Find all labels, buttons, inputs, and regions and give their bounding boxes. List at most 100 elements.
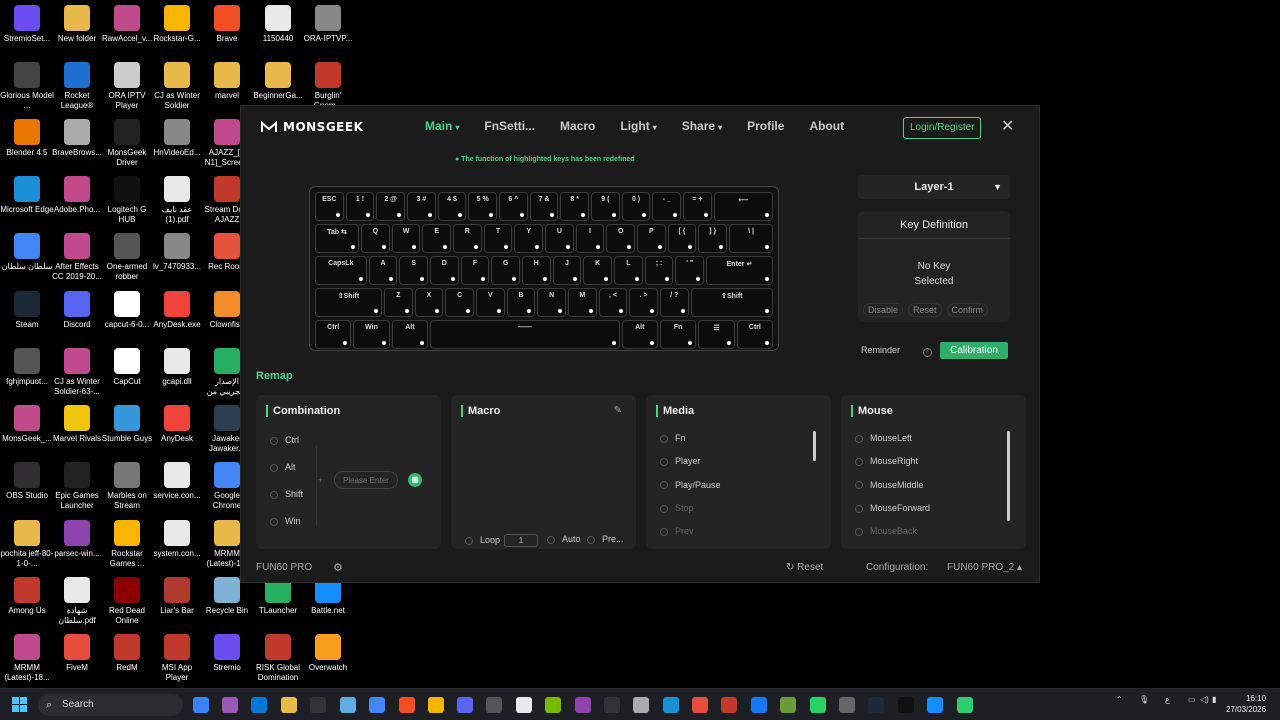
key[interactable]: R bbox=[453, 224, 482, 253]
nav-main[interactable]: Main ▾ bbox=[425, 119, 459, 133]
rockstar-icon[interactable] bbox=[428, 697, 444, 713]
desktop-icon[interactable]: RedM bbox=[100, 634, 154, 673]
configuration-select[interactable]: FUN60 PRO_2 ▴ bbox=[947, 562, 1022, 573]
desktop-icon[interactable]: Rocket League® bbox=[50, 62, 104, 111]
nav-share[interactable]: Share ▾ bbox=[682, 119, 722, 133]
key[interactable]: I bbox=[575, 224, 605, 253]
desktop-icon[interactable]: Burglin' Gnom... bbox=[301, 62, 355, 111]
key[interactable]: J bbox=[552, 256, 582, 285]
key[interactable]: K bbox=[583, 256, 613, 285]
key[interactable]: 7 & bbox=[529, 192, 559, 221]
desktop-icon[interactable]: Brave bbox=[200, 5, 254, 44]
key[interactable]: H bbox=[522, 256, 551, 285]
key[interactable]: 5 % bbox=[468, 192, 498, 221]
desktop-icon[interactable]: Marbles on Stream bbox=[100, 462, 154, 511]
key[interactable]: Z bbox=[383, 288, 413, 317]
media-scrollbar[interactable] bbox=[813, 431, 816, 461]
desktop-icon[interactable]: Blender 4.5 bbox=[0, 119, 54, 158]
radio-button[interactable] bbox=[660, 457, 668, 466]
radio-button[interactable] bbox=[660, 434, 668, 443]
auto-radio[interactable] bbox=[547, 535, 555, 544]
key[interactable]: X bbox=[414, 288, 444, 317]
system-clock[interactable]: 16:10 27/03/2026 bbox=[1226, 693, 1266, 715]
key[interactable]: ] } bbox=[698, 224, 728, 253]
macro-pre-option[interactable]: Pre... bbox=[587, 534, 624, 544]
nvidia-icon[interactable] bbox=[545, 697, 561, 713]
key[interactable]: ⇧Shift bbox=[315, 288, 382, 317]
desktop-icon[interactable]: MRMM (Latest)-18... bbox=[0, 634, 54, 683]
loop-radio[interactable] bbox=[465, 536, 473, 545]
key[interactable]: E bbox=[422, 224, 451, 253]
desktop-icon[interactable]: system.con... bbox=[150, 520, 204, 559]
key[interactable]: Enter ↵ bbox=[706, 256, 773, 285]
desktop-icon[interactable]: Glorious Model ... bbox=[0, 62, 54, 111]
desktop-icon[interactable]: capcut-6-0... bbox=[100, 291, 154, 330]
desktop-icon[interactable]: service.con... bbox=[150, 462, 204, 501]
key[interactable]: —— bbox=[430, 320, 620, 349]
radio-button[interactable] bbox=[855, 457, 863, 466]
gallery-icon[interactable] bbox=[222, 697, 238, 713]
key[interactable]: 4 $ bbox=[437, 192, 467, 221]
option-mouseback[interactable]: MouseBack bbox=[855, 526, 917, 536]
desktop-icon[interactable]: ORA IPTV Player bbox=[100, 62, 154, 111]
desktop-icon[interactable]: New folder bbox=[50, 5, 104, 44]
reset-key-button[interactable]: Reset bbox=[908, 303, 942, 317]
desktop-icon[interactable]: BeginnerGa... bbox=[251, 62, 305, 101]
nav-about[interactable]: About bbox=[809, 119, 844, 133]
desktop-icon[interactable]: gcapi.dll bbox=[150, 348, 204, 387]
desktop-icon[interactable]: AnyDesk.exe bbox=[150, 291, 204, 330]
microsoft-store-icon[interactable] bbox=[251, 697, 267, 713]
desktop-icon[interactable]: Stremio bbox=[200, 634, 254, 673]
option-stop[interactable]: Stop bbox=[660, 503, 694, 513]
nav-macro[interactable]: Macro bbox=[560, 119, 595, 133]
close-icon[interactable]: ✕ bbox=[1001, 118, 1014, 136]
show-hidden-icons[interactable]: ⌃ bbox=[1116, 695, 1123, 704]
pre-radio[interactable] bbox=[587, 535, 595, 544]
desktop-icon[interactable]: marvel bbox=[200, 62, 254, 101]
desktop-icon[interactable]: ORA-IPTVP... bbox=[301, 5, 355, 44]
parsec-icon[interactable] bbox=[575, 697, 591, 713]
edge-icon[interactable] bbox=[663, 697, 679, 713]
desktop-icon[interactable]: MonsGeek_... bbox=[0, 405, 54, 444]
option-fn[interactable]: Fn bbox=[660, 433, 686, 443]
key[interactable]: 0 ) bbox=[621, 192, 651, 221]
desktop-icon[interactable]: Microsoft Edge bbox=[0, 176, 54, 215]
help-icon[interactable]: ? bbox=[922, 348, 932, 357]
desktop-icon[interactable]: Rockstar Games ... bbox=[100, 520, 154, 569]
option-prev[interactable]: Prev bbox=[660, 526, 694, 536]
key[interactable]: Win bbox=[353, 320, 390, 349]
key[interactable]: Q bbox=[360, 224, 390, 253]
device-settings-icon[interactable]: ⚙ bbox=[333, 561, 343, 574]
desktop-icon[interactable]: Overwatch bbox=[301, 634, 355, 673]
key[interactable]: V bbox=[475, 288, 505, 317]
desktop-icon[interactable]: HnVideoEd... bbox=[150, 119, 204, 158]
key[interactable]: S bbox=[399, 256, 428, 285]
terminal-icon[interactable] bbox=[898, 697, 914, 713]
key[interactable]: ' " bbox=[675, 256, 705, 285]
disable-button[interactable]: Disable bbox=[863, 303, 904, 317]
radio-button[interactable] bbox=[270, 463, 278, 472]
key[interactable]: = + bbox=[683, 192, 712, 221]
key[interactable]: ESC bbox=[315, 192, 344, 221]
radio-button[interactable] bbox=[855, 527, 863, 536]
desktop-icon[interactable]: parsec-win... bbox=[50, 520, 104, 559]
volume-icon[interactable]: ◁) bbox=[1200, 695, 1209, 704]
desktop-icon[interactable]: Steam bbox=[0, 291, 54, 330]
desktop-icon[interactable]: Epic Games Launcher bbox=[50, 462, 104, 511]
key[interactable]: M bbox=[567, 288, 597, 317]
desktop-icon[interactable]: Red Dead Online bbox=[100, 577, 154, 626]
desktop-icon[interactable]: Rockstar-G... bbox=[150, 5, 204, 44]
option-mouseright[interactable]: MouseRight bbox=[855, 456, 918, 466]
key[interactable]: ; : bbox=[644, 256, 674, 285]
brave-icon[interactable] bbox=[399, 697, 415, 713]
widgets-icon[interactable] bbox=[193, 697, 209, 713]
macro-loop-option[interactable]: Loop 1 bbox=[465, 534, 539, 547]
desktop-icon[interactable]: MSI App Player bbox=[150, 634, 204, 683]
radio-button[interactable] bbox=[660, 527, 668, 536]
desktop-icon[interactable]: Adobe.Pho... bbox=[50, 176, 104, 215]
layer-select[interactable]: Layer-1 ▼ bbox=[858, 175, 1010, 199]
key[interactable]: D bbox=[429, 256, 459, 285]
key[interactable]: F bbox=[460, 256, 490, 285]
key[interactable]: ☰ bbox=[698, 320, 735, 349]
desktop-icon[interactable]: عقد نايف (1).pdf bbox=[150, 176, 204, 225]
